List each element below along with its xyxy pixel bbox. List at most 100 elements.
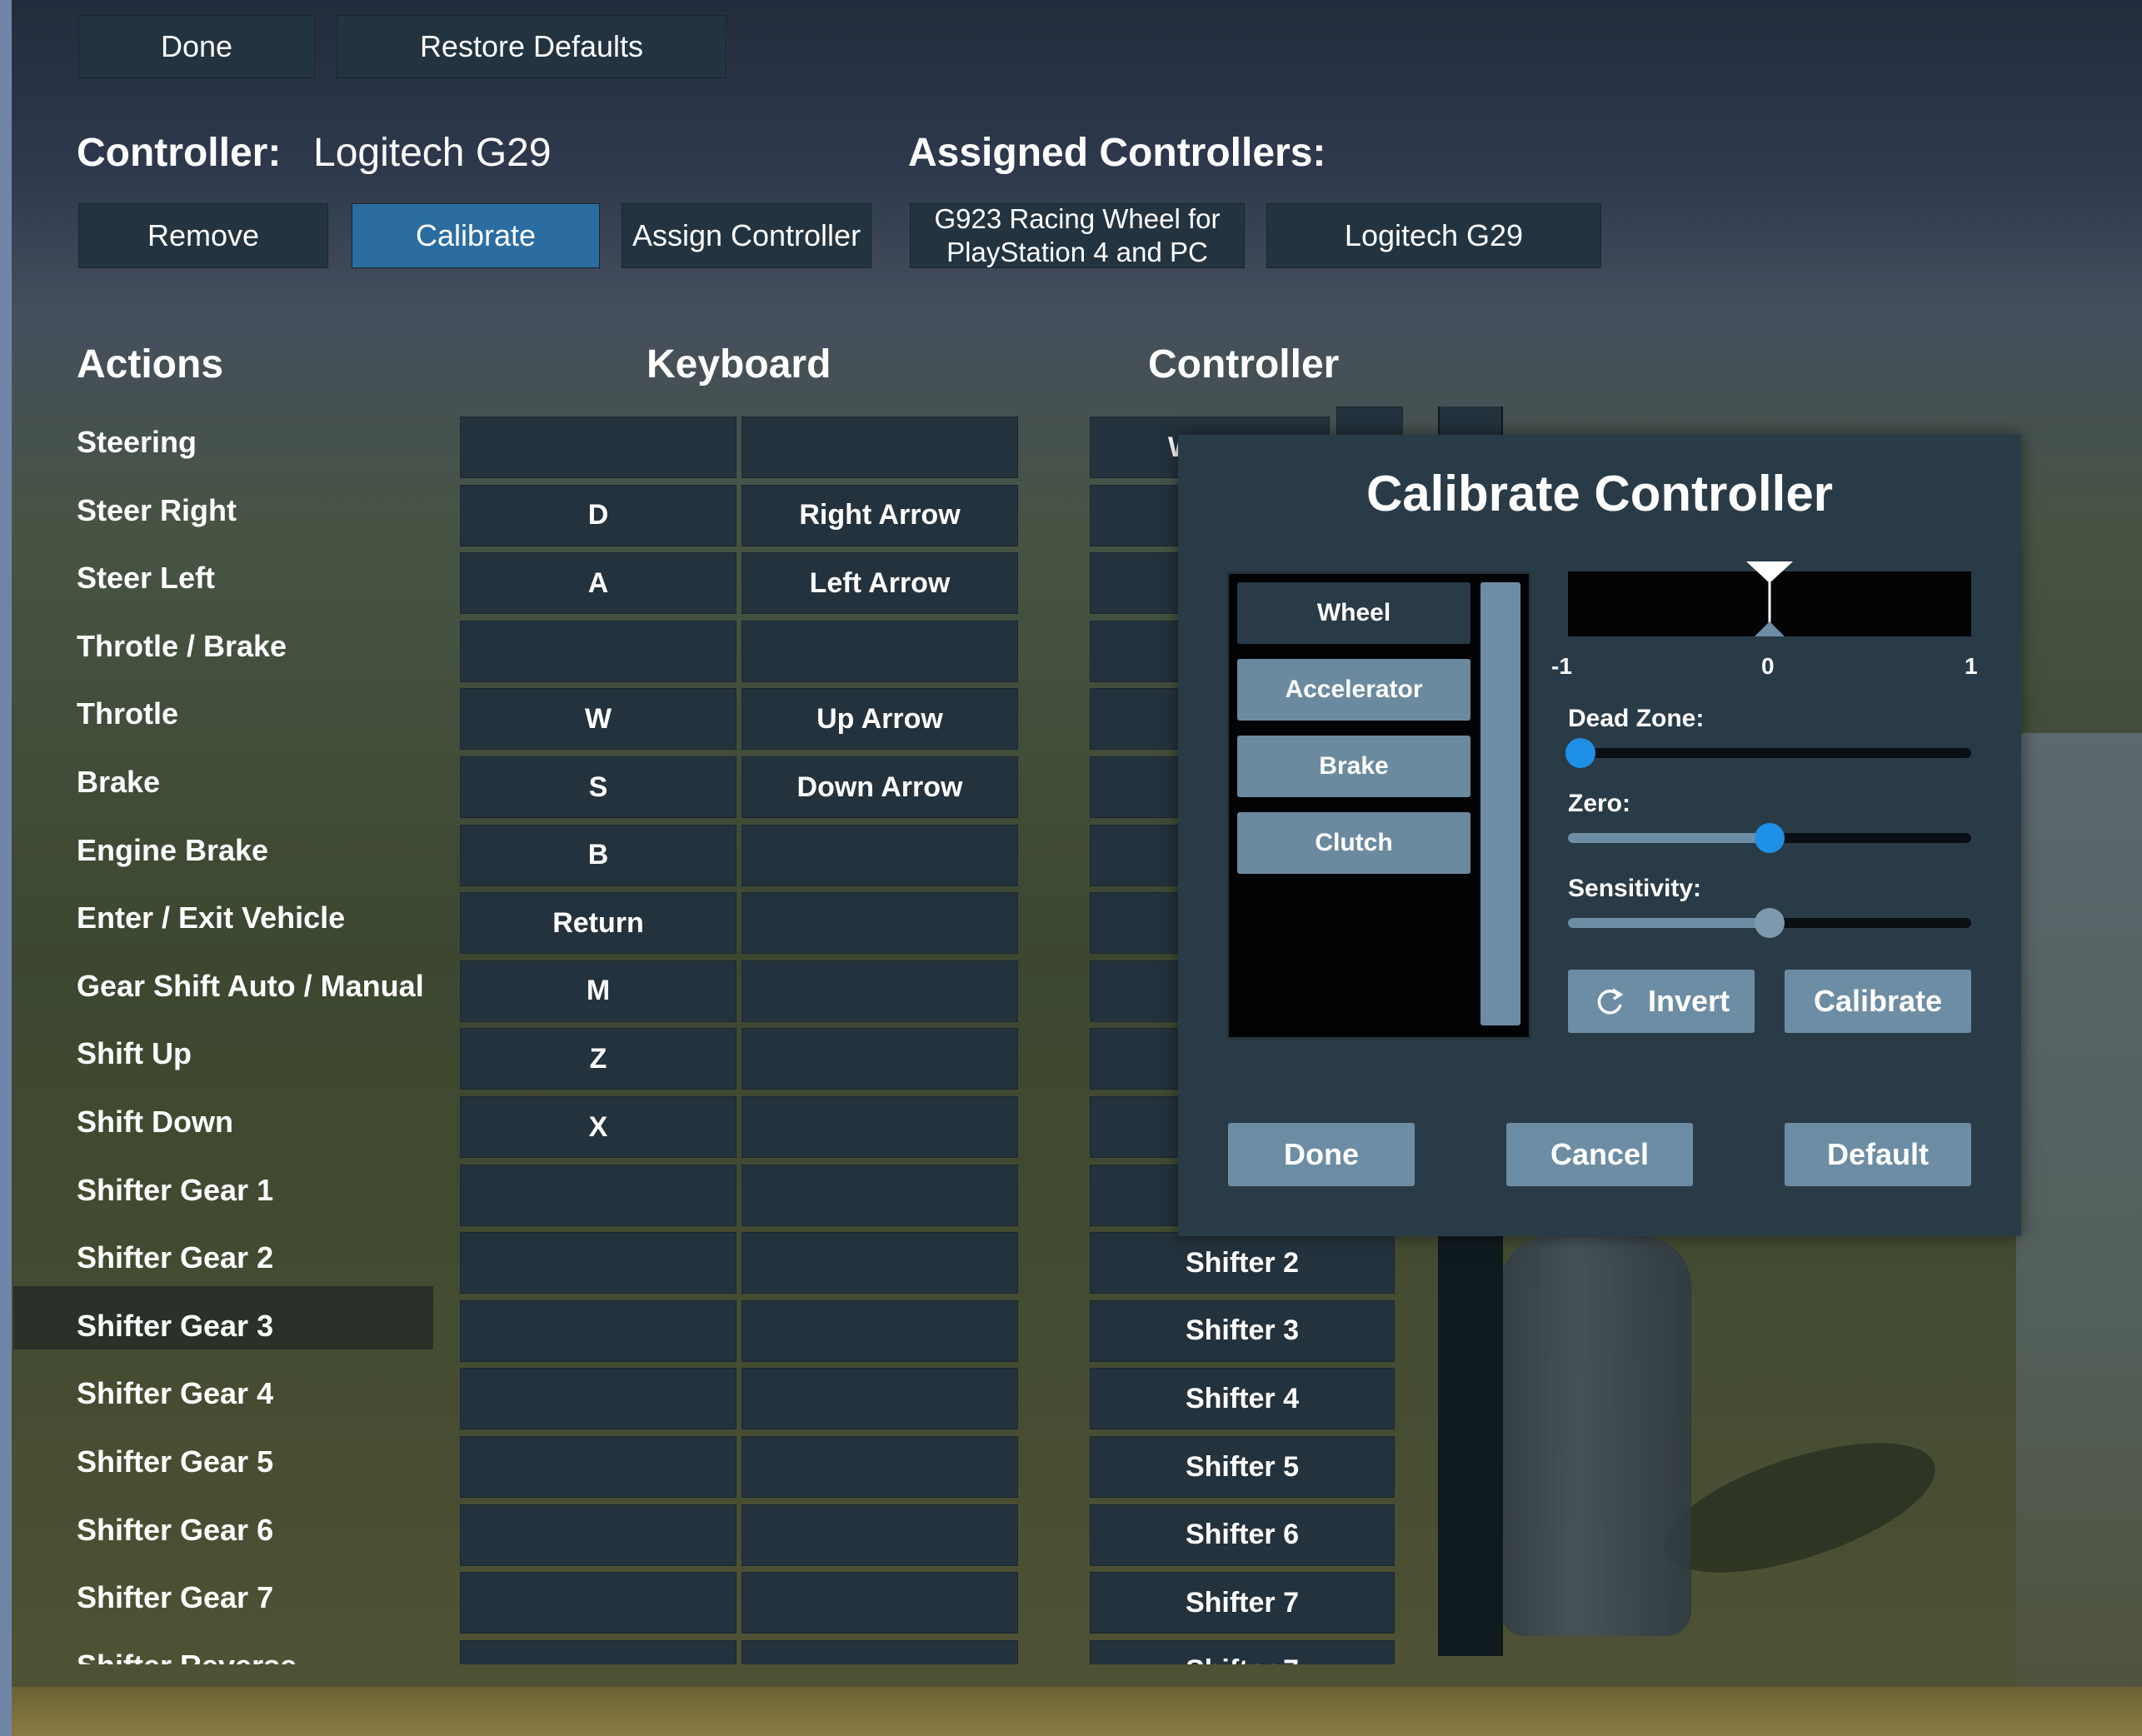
action-label: Shift Down (77, 1105, 233, 1139)
keyboard-binding-secondary[interactable] (741, 1096, 1018, 1158)
keyboard-binding-secondary[interactable] (741, 620, 1018, 682)
keyboard-binding-secondary[interactable] (741, 1436, 1018, 1498)
keyboard-binding-secondary[interactable]: Down Arrow (741, 756, 1018, 818)
keyboard-binding-secondary[interactable] (741, 1639, 1018, 1664)
keyboard-binding-primary[interactable]: D (460, 484, 736, 546)
keyboard-binding-secondary[interactable] (741, 824, 1018, 886)
controller-binding[interactable]: Shifter 7 (1090, 1572, 1395, 1634)
keyboard-binding-secondary[interactable] (741, 1164, 1018, 1226)
axis-accelerator-button[interactable]: Accelerator (1237, 659, 1470, 721)
action-label: Gear Shift Auto / Manual (77, 968, 424, 1003)
keyboard-binding-primary[interactable] (460, 1436, 736, 1498)
keyboard-binding-primary[interactable] (460, 1300, 736, 1362)
action-label: Throtle / Brake (77, 628, 287, 663)
controller-binding[interactable]: Shifter 5 (1090, 1436, 1395, 1498)
calibrate-button[interactable]: Calibrate (352, 203, 600, 268)
keyboard-binding-secondary[interactable] (741, 1572, 1018, 1634)
assigned-controller-item[interactable]: Logitech G29 (1266, 203, 1601, 268)
zero-slider[interactable] (1568, 823, 1971, 853)
keyboard-binding-primary[interactable]: Z (460, 1028, 736, 1090)
keyboard-binding-primary[interactable]: X (460, 1096, 736, 1158)
keyboard-binding-primary[interactable]: A (460, 552, 736, 615)
controller-binding[interactable]: Shifter 7 (1090, 1639, 1395, 1664)
dialog-title: Calibrate Controller (1366, 466, 1834, 521)
zero-label: Zero: (1568, 790, 1630, 817)
zero-fill (1568, 833, 1770, 843)
controller-binding[interactable]: Shifter 3 (1090, 1300, 1395, 1362)
keyboard-binding-secondary[interactable] (741, 1232, 1018, 1295)
remove-button[interactable]: Remove (78, 203, 328, 268)
keyboard-binding-primary[interactable] (460, 1164, 736, 1226)
keyboard-binding-primary[interactable]: Return (460, 892, 736, 955)
controller-binding[interactable]: Shifter 2 (1090, 1232, 1395, 1295)
axis-wheel-button[interactable]: Wheel (1237, 582, 1470, 644)
invert-label: Invert (1647, 984, 1730, 1018)
keyboard-binding-secondary[interactable]: Right Arrow (741, 484, 1018, 546)
meter-max-label: 1 (1965, 653, 1978, 679)
sensitivity-fill (1568, 918, 1770, 928)
keyboard-binding-primary[interactable] (460, 1504, 736, 1566)
dialog-calibrate-button[interactable]: Calibrate (1785, 970, 1971, 1033)
keyboard-binding-primary[interactable]: B (460, 824, 736, 886)
meter-mid-label: 0 (1761, 653, 1775, 679)
axis-meter (1568, 561, 1971, 636)
keyboard-binding-primary[interactable]: M (460, 960, 736, 1022)
keyboard-binding-primary[interactable] (460, 1572, 736, 1634)
action-label: Shifter Gear 2 (77, 1240, 274, 1275)
action-label: Brake (77, 765, 161, 799)
keyboard-binding-secondary[interactable] (741, 1300, 1018, 1362)
axis-brake-button[interactable]: Brake (1237, 736, 1470, 797)
dead-zone-slider[interactable] (1565, 738, 1971, 768)
keyboard-binding-primary[interactable] (460, 1639, 736, 1664)
action-label: Throtle (77, 696, 178, 731)
keyboard-binding-secondary[interactable]: Left Arrow (741, 552, 1018, 615)
keyboard-binding-secondary[interactable] (741, 1368, 1018, 1430)
sensitivity-label: Sensitivity: (1568, 875, 1702, 902)
keyboard-column-header: Keyboard (647, 342, 831, 387)
restore-defaults-button[interactable]: Restore Defaults (337, 15, 726, 78)
keyboard-binding-primary[interactable]: W (460, 688, 736, 751)
keyboard-binding-secondary[interactable] (741, 892, 1018, 955)
done-button[interactable]: Done (78, 15, 315, 78)
actions-column-header: Actions (77, 342, 224, 387)
refresh-icon (1597, 988, 1624, 1015)
meter-pointer-bottom (1755, 621, 1785, 636)
keyboard-binding-secondary[interactable]: Up Arrow (741, 688, 1018, 751)
sensitivity-slider[interactable] (1568, 908, 1971, 938)
window-edge (0, 0, 12, 1736)
assigned-controller-item[interactable]: G923 Racing Wheel for PlayStation 4 and … (910, 203, 1245, 268)
axis-clutch-button[interactable]: Clutch (1237, 812, 1470, 874)
controller-name: Logitech G29 (313, 131, 552, 175)
action-label: Engine Brake (77, 832, 269, 867)
keyboard-binding-primary[interactable] (460, 620, 736, 682)
keyboard-binding-secondary[interactable] (741, 1028, 1018, 1090)
dialog-default-button[interactable]: Default (1785, 1123, 1971, 1186)
meter-min-label: -1 (1551, 653, 1572, 679)
assign-controller-button[interactable]: Assign Controller (622, 203, 871, 268)
action-label: Steer Right (77, 492, 237, 527)
dead-zone-label: Dead Zone: (1568, 705, 1705, 732)
axis-list: Wheel Accelerator Brake Clutch (1226, 571, 1531, 1040)
controller-column-header: Controller (1148, 342, 1340, 387)
keyboard-binding-primary[interactable] (460, 417, 736, 478)
sensitivity-handle[interactable] (1755, 908, 1785, 938)
keyboard-binding-primary[interactable]: S (460, 756, 736, 818)
controller-label: Controller: (77, 131, 282, 175)
invert-button[interactable]: Invert (1568, 970, 1755, 1033)
zero-handle[interactable] (1755, 823, 1785, 853)
action-label: Shifter Gear 7 (77, 1580, 274, 1615)
keyboard-binding-primary[interactable] (460, 1368, 736, 1430)
action-label: Shifter Reverse (77, 1649, 297, 1664)
keyboard-binding-secondary[interactable] (741, 1504, 1018, 1566)
dialog-done-button[interactable]: Done (1228, 1123, 1415, 1186)
keyboard-binding-secondary[interactable] (741, 960, 1018, 1022)
controller-binding[interactable]: Shifter 6 (1090, 1504, 1395, 1566)
axis-list-scrollbar[interactable] (1480, 582, 1520, 1025)
action-label: Shifter Gear 5 (77, 1444, 274, 1479)
keyboard-binding-secondary[interactable] (741, 417, 1018, 478)
dialog-cancel-button[interactable]: Cancel (1506, 1123, 1693, 1186)
controller-binding[interactable]: Shifter 4 (1090, 1368, 1395, 1430)
dead-zone-handle[interactable] (1565, 738, 1595, 768)
action-label: Enter / Exit Vehicle (77, 900, 346, 935)
keyboard-binding-primary[interactable] (460, 1232, 736, 1295)
